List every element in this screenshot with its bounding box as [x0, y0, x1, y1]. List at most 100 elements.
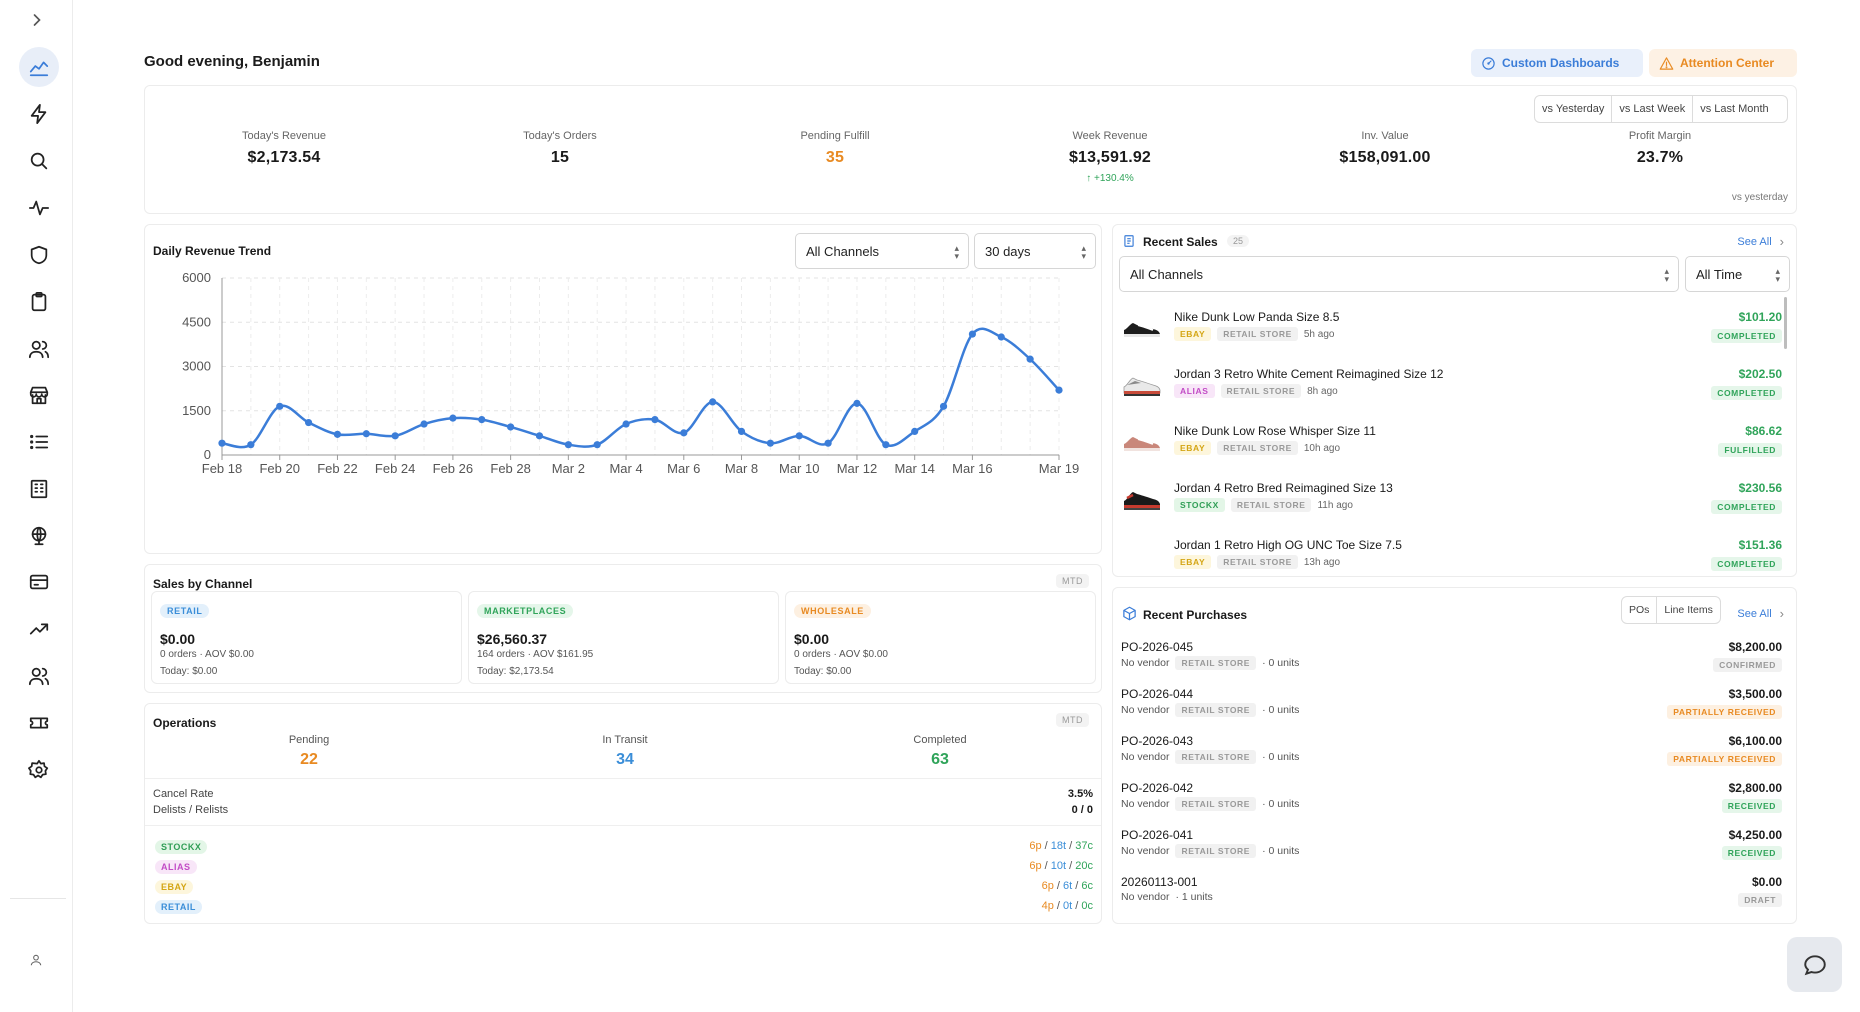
po-amount: $4,250.00	[1728, 828, 1782, 842]
channel-box-wholesale[interactable]: WHOLESALE $0.00 0 orders · AOV $0.00 Tod…	[785, 591, 1096, 684]
x-tick-label: Mar 4	[609, 461, 642, 476]
chart-range-select[interactable]: 30 days ▴ ▾	[974, 233, 1096, 269]
sales-time-select[interactable]: All Time ▴ ▾	[1685, 256, 1790, 292]
sale-meta: EBAY RETAIL STORE 5h ago	[1174, 327, 1334, 341]
sales-see-all-link[interactable]: See All ›	[1737, 234, 1784, 249]
users-icon	[28, 340, 50, 359]
toggle-line-items-button[interactable]: Line Items	[1657, 597, 1719, 623]
purchase-order-row[interactable]: PO-2026-041 No vendor RETAIL STORE · 0 u…	[1113, 824, 1796, 870]
select-value: 30 days	[985, 243, 1031, 259]
revenue-data-point	[478, 416, 486, 424]
select-arrows-icon: ▴ ▾	[1081, 243, 1086, 261]
sidebar-expand-button[interactable]	[27, 10, 47, 30]
sidebar-item-global[interactable]	[19, 516, 59, 556]
sale-row[interactable]: Jordan 3 Retro White Cement Reimagined S…	[1113, 359, 1796, 415]
channel-tag: MARKETPLACES	[477, 604, 574, 618]
platform-tag-stockx: STOCKX	[155, 840, 208, 854]
purchases-see-all-link[interactable]: See All ›	[1737, 606, 1784, 621]
sidebar-item-automations[interactable]	[19, 94, 59, 134]
x-tick-label: Mar 2	[552, 461, 585, 476]
divider	[145, 825, 1101, 826]
sidebar-item-customers[interactable]	[19, 329, 59, 369]
sidebar-item-security[interactable]	[19, 235, 59, 275]
kpi-todays-orders: Today's Orders 15	[460, 130, 660, 167]
sidebar-item-analytics[interactable]	[19, 47, 59, 87]
revenue-data-point	[362, 430, 370, 438]
sale-product-name: Nike Dunk Low Panda Size 8.5	[1174, 310, 1340, 324]
sidebar-item-listings[interactable]	[19, 422, 59, 462]
po-meta: No vendor RETAIL STORE · 0 units	[1121, 703, 1299, 717]
revenue-data-point	[304, 418, 313, 427]
sidebar-item-search[interactable]	[19, 141, 59, 181]
toggle-pos-button[interactable]: POs	[1622, 597, 1658, 623]
purchase-order-row[interactable]: PO-2026-044 No vendor RETAIL STORE · 0 u…	[1113, 683, 1796, 729]
recent-purchases-title: Recent Purchases	[1143, 608, 1248, 622]
sidebar-item-stores[interactable]	[19, 375, 59, 415]
sale-platform-tag: ALIAS	[1174, 384, 1215, 398]
chart-channel-select[interactable]: All Channels ▴ ▾	[795, 233, 969, 269]
custom-dashboards-label: Custom Dashboards	[1502, 56, 1620, 70]
recent-sales-title: Recent Sales	[1143, 235, 1218, 249]
purchase-order-row[interactable]: PO-2026-043 No vendor RETAIL STORE · 0 u…	[1113, 730, 1796, 776]
sidebar-item-tickets[interactable]	[19, 703, 59, 743]
revenue-data-point	[737, 427, 746, 435]
po-amount: $0.00	[1751, 875, 1782, 889]
select-arrows-icon: ▴ ▾	[1664, 266, 1669, 284]
sale-row[interactable]: Nike Dunk Low Rose Whisper Size 11 EBAY …	[1113, 416, 1796, 472]
channel-value: $0.00	[160, 631, 196, 647]
attention-center-button[interactable]: Attention Center	[1649, 49, 1797, 77]
recent-purchases-card: Recent Purchases POs Line Items See All …	[1112, 587, 1797, 924]
channel-box-marketplaces[interactable]: MARKETPLACES $26,560.37 164 orders · AOV…	[468, 591, 779, 684]
purchase-order-row[interactable]: 20260113-001 No vendor · 1 units $0.00 D…	[1113, 871, 1796, 917]
po-status-badge: CONFIRMED	[1713, 658, 1782, 672]
platform-pending: 4p	[1041, 900, 1054, 912]
chat-support-button[interactable]	[1787, 937, 1842, 992]
channel-box-retail[interactable]: RETAIL $0.00 0 orders · AOV $0.00 Today:…	[151, 591, 462, 684]
platform-tag-retail: RETAIL	[155, 900, 202, 914]
ticket-icon	[29, 717, 49, 729]
kpi-value: 35	[825, 149, 845, 166]
delists-value: 0 / 0	[1071, 804, 1093, 816]
sales-channel-select[interactable]: All Channels ▴ ▾	[1119, 256, 1679, 292]
x-tick-label: Mar 6	[667, 461, 700, 476]
po-meta: No vendor RETAIL STORE · 0 units	[1121, 797, 1299, 811]
sidebar-item-settings[interactable]	[19, 750, 59, 790]
revenue-data-point	[218, 439, 226, 447]
custom-dashboards-button[interactable]: Custom Dashboards	[1471, 49, 1643, 77]
revenue-data-point	[1026, 355, 1034, 363]
sale-status-badge: COMPLETED	[1711, 500, 1782, 514]
user-profile-button[interactable]	[24, 948, 48, 972]
revenue-data-point	[535, 432, 544, 440]
sidebar-item-payments[interactable]	[19, 562, 59, 602]
sale-row[interactable]: Nike Dunk Low Panda Size 8.5 EBAY RETAIL…	[1113, 302, 1796, 358]
po-status-badge: DRAFT	[1738, 893, 1782, 907]
chevron-right-icon	[33, 14, 41, 26]
sidebar-item-activity[interactable]	[19, 188, 59, 228]
sidebar-item-team[interactable]	[19, 656, 59, 696]
compare-last-month-button[interactable]: vs Last Month	[1693, 96, 1775, 122]
ops-stat-label: In Transit	[602, 734, 648, 746]
purchase-order-row[interactable]: PO-2026-042 No vendor RETAIL STORE · 0 u…	[1113, 777, 1796, 823]
select-value: All Time	[1696, 266, 1743, 282]
sidebar-item-warehouse[interactable]	[19, 469, 59, 509]
sale-row[interactable]: Jordan 4 Retro Bred Reimagined Size 13 S…	[1113, 473, 1796, 529]
sale-store-tag: RETAIL STORE	[1230, 498, 1312, 512]
po-store-tag: RETAIL STORE	[1175, 844, 1257, 858]
platform-transit: 0t	[1063, 900, 1073, 912]
kpi-todays-revenue: Today's Revenue $2,173.54	[184, 130, 384, 167]
y-tick-label: 3000	[182, 359, 211, 374]
sale-platform-tag: EBAY	[1174, 441, 1212, 455]
compare-yesterday-button[interactable]: vs Yesterday	[1535, 96, 1613, 122]
channel-today: Today: $0.00	[160, 666, 218, 677]
sidebar-item-orders[interactable]	[19, 282, 59, 322]
revenue-data-point	[911, 427, 919, 435]
user-icon	[30, 954, 42, 966]
sidebar	[0, 0, 73, 1012]
channel-today: Today: $0.00	[794, 666, 852, 677]
channel-card-title: Sales by Channel	[153, 577, 253, 591]
purchase-order-row[interactable]: PO-2026-045 No vendor RETAIL STORE · 0 u…	[1113, 636, 1796, 682]
compare-last-week-button[interactable]: vs Last Week	[1612, 96, 1694, 122]
sale-row[interactable]: Jordan 1 Retro High OG UNC Toe Size 7.5 …	[1113, 530, 1796, 574]
x-tick-label: Feb 26	[433, 461, 473, 476]
sidebar-item-trends[interactable]	[19, 609, 59, 649]
